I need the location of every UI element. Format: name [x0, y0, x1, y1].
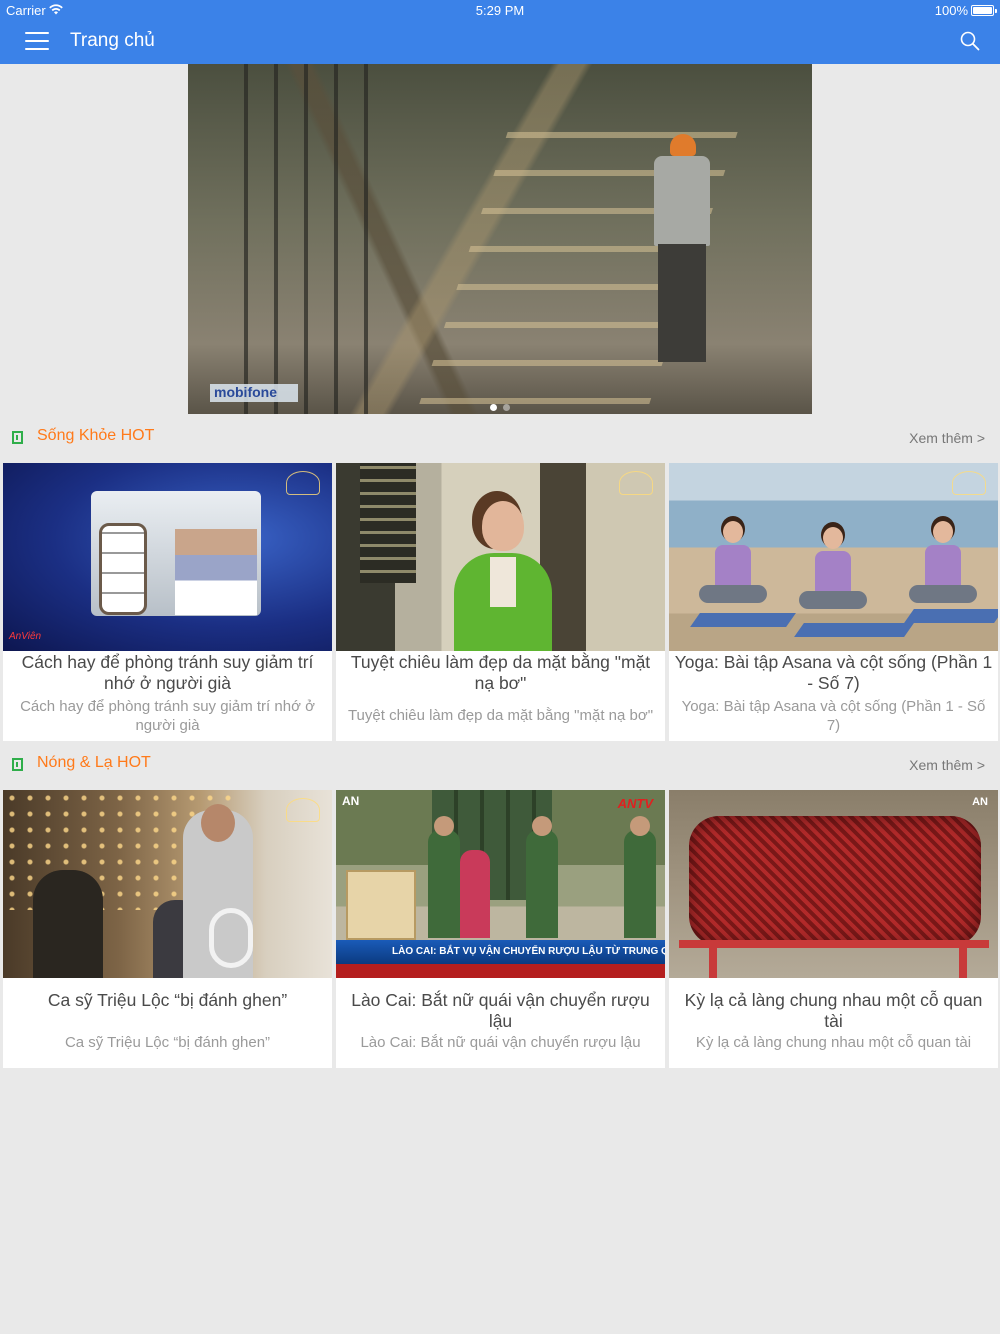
- video-thumbnail: [336, 463, 665, 651]
- video-subtitle: Kỳ lạ cả làng chung nhau một cỗ quan tài: [695, 1034, 972, 1051]
- channel-logo-icon: AN: [972, 796, 988, 808]
- video-title: Cách hay để phòng tránh suy giảm trí nhớ…: [21, 652, 314, 693]
- film-icon: [12, 431, 23, 444]
- video-title: Kỳ lạ cả làng chung nhau một cỗ quan tài: [684, 990, 983, 1031]
- video-card[interactable]: Yoga: Bài tập Asana và cột sống (Phần 1 …: [669, 463, 998, 741]
- video-title: Lào Cai: Bắt nữ quái vận chuyển rượu lậu: [351, 990, 650, 1031]
- section-title: Sống Khỏe HOT: [37, 427, 155, 444]
- video-card[interactable]: Tuyệt chiêu làm đẹp da mặt bằng "mặt nạ …: [336, 463, 665, 741]
- search-icon[interactable]: [960, 31, 980, 51]
- video-thumbnail: ANTV AN LÀO CAI: BẮT VỤ VẬN CHUYỂN RƯỢU …: [336, 790, 665, 978]
- see-more-link[interactable]: Xem thêm >: [909, 757, 985, 773]
- video-thumbnail: AnViên: [3, 463, 332, 651]
- video-subtitle: Lào Cai: Bắt nữ quái vận chuyển rượu lậu: [360, 1034, 641, 1051]
- section-header-nong-la: Nóng & Lạ HOT Xem thêm >: [0, 751, 1000, 781]
- nav-bar: Trang chủ: [0, 20, 1000, 64]
- channel-logo-icon: [619, 471, 653, 495]
- hamburger-menu-icon[interactable]: [25, 30, 49, 52]
- see-more-link[interactable]: Xem thêm >: [909, 430, 985, 446]
- video-card[interactable]: AN Kỳ lạ cả làng chung nhau một cỗ quan …: [669, 790, 998, 1068]
- banner-carousel[interactable]: mobifone: [188, 64, 812, 414]
- video-card[interactable]: AnViên Cách hay để phòng tránh suy giảm …: [3, 463, 332, 741]
- news-ticker: LÀO CAI: BẮT VỤ VẬN CHUYỂN RƯỢU LẬU TỪ T…: [336, 940, 665, 964]
- section-title: Nóng & Lạ HOT: [37, 754, 151, 771]
- channel-logo-icon: [286, 798, 320, 822]
- video-title: Ca sỹ Triệu Lộc “bị đánh ghen”: [47, 990, 288, 1010]
- channel-logo-text: ANTV: [617, 796, 653, 811]
- video-thumbnail: [669, 463, 998, 651]
- section-header-song-khoe: Sống Khỏe HOT Xem thêm >: [0, 424, 1000, 454]
- status-bar: Carrier 5:29 PM 100%: [0, 0, 1000, 20]
- video-subtitle: Ca sỹ Triệu Lộc “bị đánh ghen”: [64, 1034, 271, 1051]
- carousel-page-indicator[interactable]: [188, 398, 812, 414]
- carousel-dot[interactable]: [503, 404, 510, 411]
- video-card[interactable]: ANTV AN LÀO CAI: BẮT VỤ VẬN CHUYỂN RƯỢU …: [336, 790, 665, 1068]
- channel-logo-icon: [286, 471, 320, 495]
- video-thumbnail: AN: [669, 790, 998, 978]
- page-title: Trang chủ: [70, 30, 155, 51]
- video-subtitle: Yoga: Bài tập Asana và cột sống (Phần 1 …: [681, 698, 986, 734]
- video-card[interactable]: Ca sỹ Triệu Lộc “bị đánh ghen” Ca sỹ Tri…: [3, 790, 332, 1068]
- banner-image: [218, 64, 368, 414]
- channel-logo-icon: [952, 471, 986, 495]
- video-subtitle: Tuyệt chiêu làm đẹp da mặt bằng "mặt nạ …: [347, 707, 654, 724]
- video-subtitle: Cách hay để phòng tránh suy giảm trí nhớ…: [20, 698, 315, 734]
- clock: 5:29 PM: [475, 3, 525, 18]
- film-icon: [12, 758, 23, 771]
- battery-percent: 100%: [934, 3, 968, 18]
- battery-icon: [971, 5, 997, 16]
- video-thumbnail: [3, 790, 332, 978]
- carousel-dot[interactable]: [490, 404, 497, 411]
- video-title: Yoga: Bài tập Asana và cột sống (Phần 1 …: [674, 652, 993, 693]
- video-title: Tuyệt chiêu làm đẹp da mặt bằng "mặt nạ …: [350, 652, 651, 693]
